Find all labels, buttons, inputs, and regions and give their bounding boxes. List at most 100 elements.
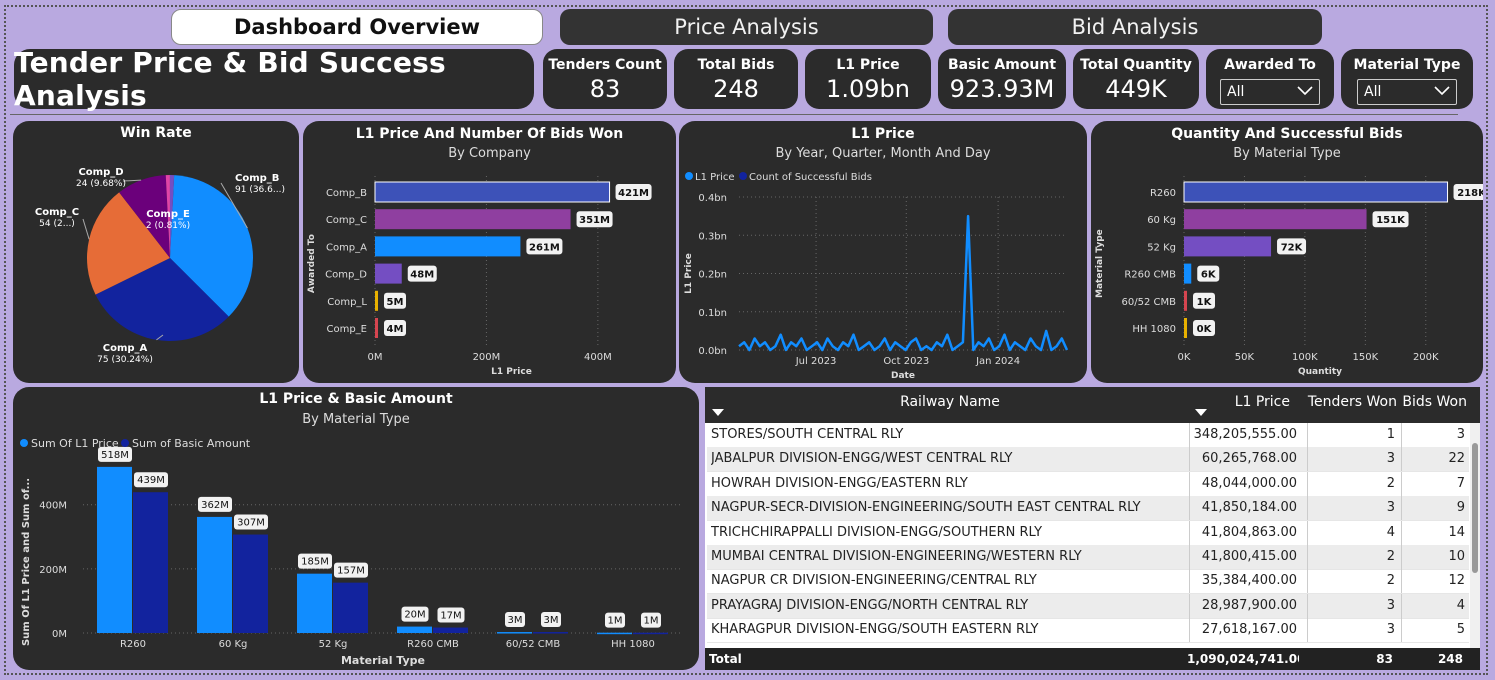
kpi-tenders-count: Tenders Count 83	[543, 49, 667, 109]
bids-won-cell: 4	[1401, 593, 1469, 618]
total-tenders-won: 83	[1376, 652, 1393, 666]
bar-60-kg[interactable]	[1184, 209, 1367, 230]
kpi-label: Tenders Count	[548, 57, 662, 73]
tab-price-analysis[interactable]: Price Analysis	[560, 9, 933, 45]
scrollbar-thumb[interactable]	[1472, 443, 1478, 573]
x-tick-label: 100K	[1292, 352, 1318, 363]
bar-comp-l[interactable]	[375, 290, 378, 311]
column-header-bids-won[interactable]: Bids Won	[1399, 394, 1467, 410]
legend-label: Sum of Basic Amount	[132, 437, 251, 450]
y-tick-label: 0.0bn	[698, 346, 727, 357]
bar-52-kg[interactable]	[1184, 236, 1272, 257]
column-60-52-cmb-1[interactable]	[533, 632, 568, 634]
railway-table: Railway Name L1 Price Tenders Won Bids W…	[705, 387, 1480, 670]
column-header-railway-name[interactable]: Railway Name	[855, 394, 1045, 410]
column-header-tenders-won[interactable]: Tenders Won	[1301, 394, 1397, 410]
awarded-to-dropdown[interactable]: All	[1220, 79, 1320, 105]
data-label: 421M	[618, 188, 649, 199]
win-rate-pie-chart[interactable]: Comp_B91 (36.6...) Comp_A75 (30.24%) Comp_…	[13, 121, 299, 383]
l1-price-cell: 28,987,900.00	[1189, 593, 1301, 618]
table-row[interactable]: NAGPUR CR DIVISION-ENGINEERING/CENTRAL R…	[707, 569, 1469, 595]
column-52-kg-1[interactable]	[333, 582, 368, 633]
l1-basic-by-material-column-chart[interactable]: 0M 200M 400M 518M 439M R260 362M 307M 60 Kg 185M 1…	[13, 387, 699, 670]
l1-price-cell: 27,618,167.00	[1189, 618, 1301, 643]
slicer-awarded-to: Awarded To All	[1206, 49, 1334, 109]
pie-label-value: 75 (30.24%)	[97, 355, 153, 365]
table-row[interactable]: JABALPUR DIVISION-ENGG/WEST CENTRAL RLY 6…	[707, 447, 1469, 473]
bar-comp-d[interactable]	[375, 263, 402, 284]
column-60-52-cmb-0[interactable]	[497, 632, 532, 634]
l1-price-line[interactable]	[738, 214, 1069, 352]
pie-label-name: Comp_A	[103, 343, 148, 354]
x-category-label: HH 1080	[611, 639, 655, 650]
tab-dashboard-overview[interactable]: Dashboard Overview	[171, 9, 543, 45]
x-tick-label: 400M	[584, 352, 612, 363]
pie-label-value: 54 (2...)	[39, 219, 75, 229]
railway-name-cell: PRAYAGRAJ DIVISION-ENGG/NORTH CENTRAL RL…	[711, 597, 1029, 613]
bar-comp-c[interactable]	[375, 209, 571, 230]
l1-by-date-line-chart[interactable]: 0.0bn 0.1bn 0.2bn 0.3bn 0.4bn Jul 2023 Oct 202…	[679, 121, 1087, 383]
column-52-kg-0[interactable]	[297, 573, 332, 633]
tenders-won-cell: 2	[1307, 545, 1399, 569]
column-r260-cmb-0[interactable]	[397, 626, 432, 633]
pie-leader-line	[82, 218, 90, 240]
l1-price-cell: 48,044,000.00	[1189, 471, 1301, 496]
data-label: 362M	[201, 500, 229, 511]
column-r260-1[interactable]	[133, 492, 168, 633]
bar-hh-1080[interactable]	[1184, 318, 1187, 338]
column-60-kg-0[interactable]	[197, 516, 232, 633]
bids-won-cell: 22	[1401, 447, 1469, 472]
material-type-dropdown[interactable]: All	[1357, 79, 1457, 105]
qty-by-material-bar-chart[interactable]: 0K 50K 100K 150K 200K R260 218K 60 Kg 151K 52 Kg 7…	[1091, 121, 1483, 383]
table-row[interactable]: PRAYAGRAJ DIVISION-ENGG/NORTH CENTRAL RL…	[707, 593, 1469, 619]
column-header-l1-price[interactable]: L1 Price	[1210, 394, 1290, 410]
table-row[interactable]: NAGPUR-SECR-DIVISION-ENGINEERING/SOUTH E…	[707, 496, 1469, 522]
railway-name-cell: HOWRAH DIVISION-ENGG/EASTERN RLY	[711, 475, 968, 491]
tenders-won-cell: 3	[1307, 593, 1399, 618]
y-category-label: Comp_L	[327, 297, 367, 308]
x-axis-label: Date	[891, 371, 915, 381]
table-scrollbar[interactable]	[1470, 423, 1480, 648]
bar-60-52-cmb[interactable]	[1184, 290, 1187, 311]
data-label: 17M	[440, 611, 461, 622]
bar-r260[interactable]	[1183, 181, 1449, 203]
sort-desc-icon[interactable]	[1195, 409, 1207, 417]
x-tick-label: 50K	[1235, 352, 1255, 363]
legend-marker	[685, 172, 693, 180]
y-tick-label: 0M	[52, 629, 67, 640]
bar-comp-a[interactable]	[375, 236, 521, 257]
bids-won-cell: 3	[1401, 423, 1469, 447]
table-row[interactable]: TRICHCHIRAPPALLI DIVISION-ENGG/SOUTHERN …	[707, 520, 1469, 546]
railway-name-cell: KHARAGPUR DIVISION-ENGG/SOUTH EASTERN RL…	[711, 622, 1039, 638]
table-row[interactable]: MUMBAI CENTRAL DIVISION-ENGINEERING/WEST…	[707, 545, 1469, 570]
bar-comp-b[interactable]	[374, 181, 611, 203]
table-row[interactable]: KHARAGPUR DIVISION-ENGG/SOUTH EASTERN RL…	[707, 618, 1469, 644]
bids-won-cell: 14	[1401, 520, 1469, 545]
column-hh-1080-0[interactable]	[597, 632, 632, 635]
kpi-total-quantity: Total Quantity 449K	[1073, 49, 1199, 109]
tab-bid-analysis[interactable]: Bid Analysis	[948, 9, 1322, 45]
column-r260-cmb-1[interactable]	[433, 627, 468, 633]
kpi-basic-amount: Basic Amount 923.93M	[938, 49, 1066, 109]
y-category-label: Comp_D	[325, 270, 367, 281]
column-hh-1080-1[interactable]	[633, 632, 668, 635]
column-60-kg-1[interactable]	[233, 534, 268, 633]
railway-name-cell: NAGPUR-SECR-DIVISION-ENGINEERING/SOUTH E…	[711, 500, 1141, 516]
table-row[interactable]: HOWRAH DIVISION-ENGG/EASTERN RLY 48,044,0…	[707, 471, 1469, 497]
kpi-l1-price: L1 Price 1.09bn	[805, 49, 931, 109]
bar-comp-e[interactable]	[375, 318, 378, 338]
sort-icon[interactable]	[712, 409, 724, 417]
kpi-value: 923.93M	[949, 75, 1055, 103]
bar-r260-cmb[interactable]	[1184, 263, 1192, 284]
data-label: 1M	[644, 616, 659, 627]
railway-name-cell: JABALPUR DIVISION-ENGG/WEST CENTRAL RLY	[711, 451, 1013, 467]
x-category-label: 60/52 CMB	[506, 639, 561, 650]
table-row[interactable]: STORES/SOUTH CENTRAL RLY 348,205,555.00 1 3	[707, 423, 1469, 448]
l1-by-company-bar-chart[interactable]: 0M 200M 400M Comp_B 421M Comp_C 351M Comp_A 261M…	[303, 121, 676, 383]
data-label: 6K	[1201, 270, 1217, 281]
data-label: 218K	[1457, 188, 1483, 199]
slicer-label: Awarded To	[1224, 57, 1316, 73]
y-tick-label: 0.4bn	[698, 193, 727, 204]
column-r260-0[interactable]	[97, 466, 132, 633]
data-label: 151K	[1376, 215, 1406, 226]
